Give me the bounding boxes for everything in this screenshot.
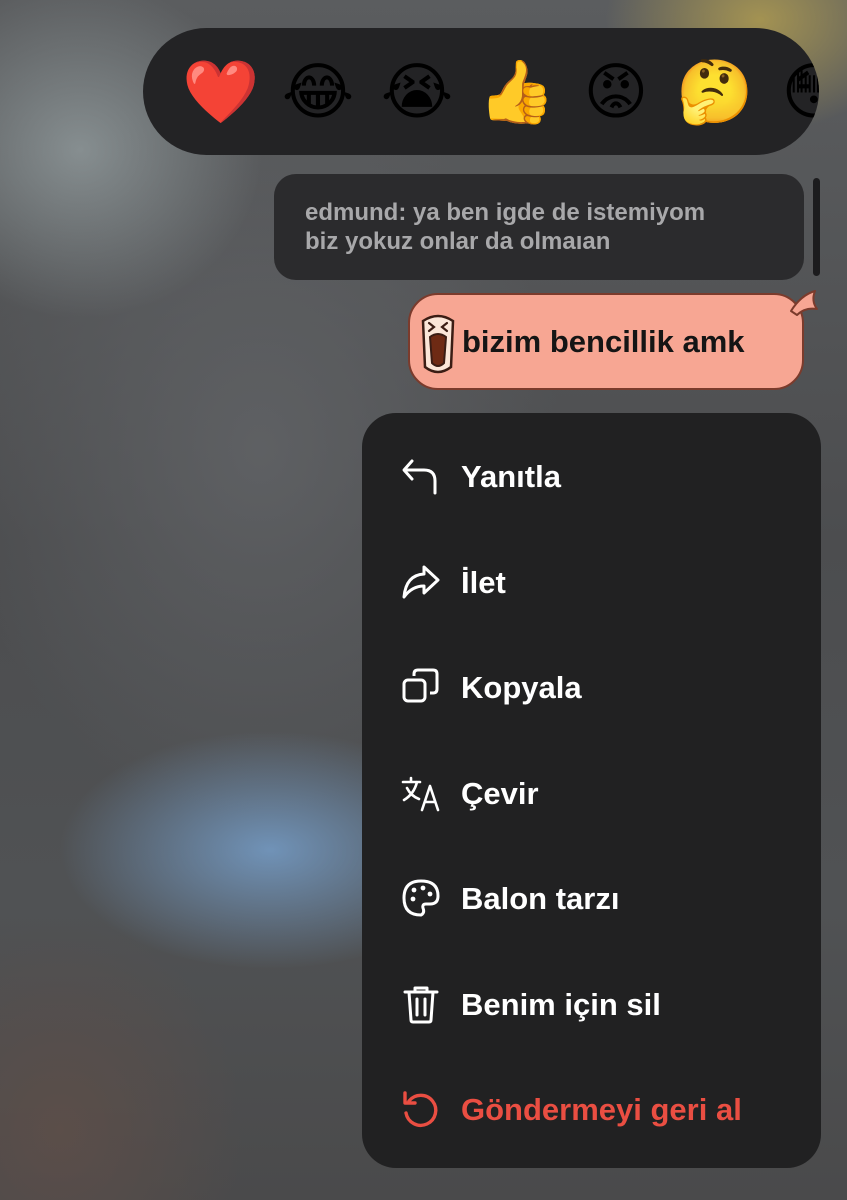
tears-of-joy-reaction[interactable]: 😂 bbox=[278, 52, 358, 132]
palette-icon bbox=[402, 879, 440, 917]
red-heart-reaction[interactable]: ❤️ bbox=[181, 52, 261, 132]
selected-message-bubble[interactable]: bizim bencillik amk bbox=[408, 290, 818, 390]
menu-item-forward[interactable]: İlet bbox=[362, 531, 821, 631]
menu-item-copy[interactable]: Kopyala bbox=[362, 636, 821, 736]
angry-face-reaction[interactable]: 😡 bbox=[576, 52, 656, 132]
menu-item-delete-for-me[interactable]: Benim için sil bbox=[362, 953, 821, 1053]
quoted-reply-message[interactable]: edmund: ya ben igde de istemiyom biz yok… bbox=[274, 174, 804, 280]
menu-item-label: Balon tarzı bbox=[461, 881, 620, 916]
message-text: bizim bencillik amk bbox=[462, 324, 745, 359]
flushed-face-reaction[interactable]: 😳 bbox=[774, 52, 819, 132]
trash-icon bbox=[403, 986, 439, 1024]
menu-item-reply[interactable]: Yanıtla bbox=[362, 425, 821, 525]
shouting-face-sticker-icon bbox=[421, 314, 455, 374]
scroll-indicator bbox=[813, 178, 820, 276]
undo-icon bbox=[403, 1091, 438, 1127]
menu-item-label: Çevir bbox=[461, 776, 539, 811]
bubble-bow-icon bbox=[790, 290, 818, 316]
thumbs-up-reaction[interactable]: 👍 bbox=[477, 52, 557, 132]
reaction-bar: ❤️ 😂 😭 👍 😡 🤔 😳 bbox=[143, 28, 819, 155]
reply-arrow-icon bbox=[402, 459, 437, 495]
thinking-face-reaction[interactable]: 🤔 bbox=[675, 52, 755, 132]
loudly-crying-reaction[interactable]: 😭 bbox=[377, 52, 457, 132]
menu-item-bubble-style[interactable]: Balon tarzı bbox=[362, 847, 821, 947]
translate-icon bbox=[401, 776, 440, 812]
menu-item-label: Yanıtla bbox=[461, 459, 561, 494]
menu-item-label: Benim için sil bbox=[461, 987, 661, 1022]
menu-item-translate[interactable]: Çevir bbox=[362, 742, 821, 842]
menu-item-label: Kopyala bbox=[461, 670, 582, 705]
menu-item-label: İlet bbox=[461, 565, 506, 600]
message-context-menu: Yanıtla İlet Kopyala Çevir Balon tarzı B… bbox=[362, 413, 821, 1168]
menu-item-label: Göndermeyi geri al bbox=[461, 1092, 742, 1127]
copy-icon bbox=[402, 668, 439, 703]
forward-arrow-icon bbox=[402, 565, 440, 599]
quoted-message-line-1: edmund: ya ben igde de istemiyom bbox=[305, 199, 706, 226]
menu-item-unsend[interactable]: Göndermeyi geri al bbox=[362, 1058, 821, 1158]
quoted-message-line-2: biz yokuz onlar da olmaıan bbox=[305, 228, 611, 255]
